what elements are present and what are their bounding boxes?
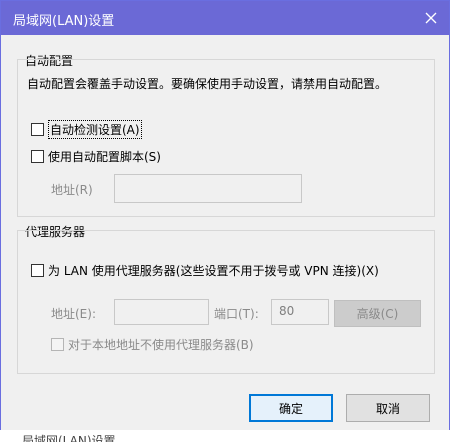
cancel-button[interactable]: 取消 — [346, 394, 430, 422]
script-address-label: 地址(R) — [51, 183, 93, 197]
background-window-title: 局域网(LAN)设置 — [22, 434, 116, 442]
use-proxy-option[interactable]: 为 LAN 使用代理服务器(这些设置不用于拨号或 VPN 连接)(X) — [31, 262, 379, 279]
auto-script-checkbox[interactable] — [31, 150, 44, 163]
proxy-port-label: 端口(T): — [214, 307, 259, 321]
window-title: 局域网(LAN)设置 — [13, 14, 115, 29]
bypass-local-label: 对于本地地址不使用代理服务器(B) — [68, 338, 254, 352]
auto-script-option[interactable]: 使用自动配置脚本(S) — [31, 148, 161, 165]
auto-detect-label: 自动检测设置(A) — [48, 120, 142, 139]
auto-config-description: 自动配置会覆盖手动设置。要确保使用手动设置，请禁用自动配置。 — [27, 77, 388, 91]
close-icon — [425, 12, 437, 24]
bypass-local-checkbox[interactable] — [51, 338, 64, 351]
script-address-input[interactable] — [114, 174, 302, 203]
auto-script-label: 使用自动配置脚本(S) — [48, 150, 161, 164]
proxy-port-input[interactable]: 80 — [271, 299, 329, 325]
ok-button[interactable]: 确定 — [249, 394, 333, 422]
auto-detect-option[interactable]: 自动检测设置(A) — [31, 120, 142, 139]
use-proxy-checkbox[interactable] — [31, 264, 44, 277]
background-window-strip: 局域网(LAN)设置 — [0, 430, 450, 442]
advanced-button[interactable]: 高级(C) — [334, 300, 421, 327]
close-button[interactable] — [413, 1, 449, 35]
proxy-address-input[interactable] — [114, 299, 209, 325]
title-bar[interactable]: 局域网(LAN)设置 — [1, 1, 449, 35]
bypass-local-option[interactable]: 对于本地地址不使用代理服务器(B) — [51, 336, 254, 353]
lan-settings-dialog: 局域网(LAN)设置 自动配置 自动配置会覆盖手动设置。要确保使用手动设置，请禁… — [0, 0, 450, 432]
proxy-address-label: 地址(E): — [51, 307, 96, 321]
auto-detect-checkbox[interactable] — [31, 123, 44, 136]
use-proxy-label: 为 LAN 使用代理服务器(这些设置不用于拨号或 VPN 连接)(X) — [48, 264, 379, 278]
